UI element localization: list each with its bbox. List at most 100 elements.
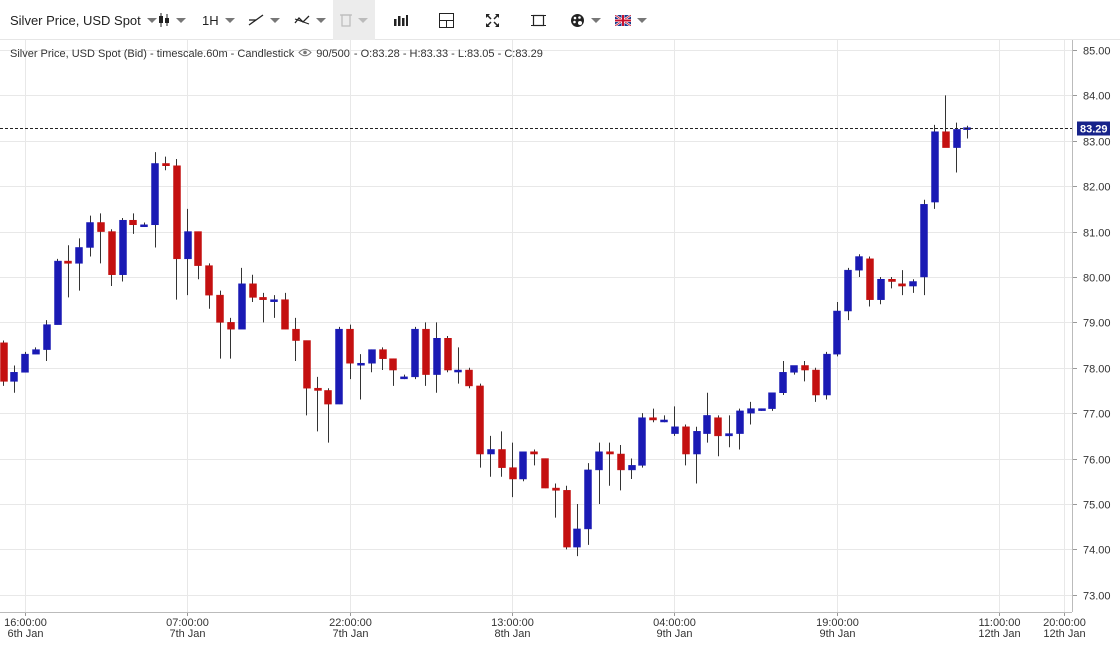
candle-body	[823, 353, 831, 396]
candle-body	[476, 385, 484, 455]
candle	[498, 431, 506, 477]
candle-body	[682, 426, 690, 455]
candle-body	[909, 281, 917, 287]
y-tick-label: 81.00	[1083, 228, 1111, 240]
candle	[714, 415, 722, 457]
toolbar: Silver Price, USD Spot 1H	[0, 0, 1120, 40]
bar-chart-icon	[394, 14, 408, 26]
language-selector[interactable]	[615, 0, 647, 40]
candle	[953, 122, 961, 173]
candle-body	[498, 449, 506, 468]
candle-body	[801, 365, 809, 371]
candle-body	[866, 258, 874, 300]
candle-body	[465, 369, 473, 387]
candle-body	[942, 131, 950, 148]
candle-body	[0, 342, 8, 382]
candle	[877, 276, 885, 305]
instrument-label: Silver Price, USD Spot	[10, 12, 141, 28]
indicators-button[interactable]	[294, 0, 326, 40]
candle	[216, 290, 224, 359]
y-tick-label: 78.00	[1083, 364, 1111, 376]
candle-body	[32, 349, 40, 355]
x-tick-date: 7th Jan	[332, 628, 368, 640]
current-price-label: 83.29	[1080, 124, 1108, 136]
instrument-selector[interactable]: Silver Price, USD Spot	[10, 0, 157, 40]
candle-body	[509, 467, 517, 480]
candle-body	[184, 231, 192, 260]
chart-type-selector[interactable]	[158, 0, 186, 40]
candle-body	[10, 372, 18, 382]
candle-body	[400, 376, 408, 380]
candle-body	[86, 222, 94, 248]
candle-body	[855, 256, 863, 271]
candle	[649, 408, 657, 423]
candle	[931, 124, 939, 209]
drawing-tools-button[interactable]	[248, 0, 280, 40]
candle-body	[454, 369, 462, 373]
x-tick-date: 7th Jan	[169, 628, 205, 640]
candle	[162, 156, 170, 171]
candle-body	[617, 453, 625, 471]
x-tick-date: 9th Jan	[819, 628, 855, 640]
ohlc-readout: - O:83.28 - H:83.33 - L:83.05 - C:83.29	[353, 48, 543, 60]
candle	[465, 367, 473, 389]
candle	[400, 374, 408, 380]
candle-body	[314, 387, 322, 391]
chart-area[interactable]: 85.00 84.00 83.00 82.00 81.00 80.00 79.00 78.00…	[0, 40, 1120, 640]
candle	[888, 276, 896, 289]
candle	[866, 256, 874, 307]
chevron-down-icon	[176, 17, 186, 23]
candle-body	[346, 328, 354, 364]
candle	[833, 301, 841, 357]
candlestick-chart[interactable]: 85.00 84.00 83.00 82.00 81.00 80.00 79.00 78.00…	[0, 40, 1120, 640]
fit-view-button[interactable]	[531, 0, 546, 40]
candle-body	[249, 283, 257, 298]
candle-body	[931, 131, 939, 203]
candle-body	[368, 349, 376, 364]
indicator-icon	[294, 13, 310, 27]
candle-body	[281, 299, 289, 330]
fullscreen-button[interactable]	[486, 0, 499, 40]
eye-icon[interactable]	[298, 48, 312, 60]
candle	[898, 270, 906, 296]
y-tick-label: 83.00	[1083, 137, 1111, 149]
volume-button[interactable]	[394, 0, 408, 40]
theme-selector[interactable]	[570, 0, 601, 40]
candle	[205, 263, 213, 309]
candle	[573, 503, 581, 557]
candle	[812, 367, 820, 402]
candle	[541, 458, 549, 489]
candle	[314, 376, 322, 432]
candle-body	[595, 451, 603, 471]
candle	[411, 326, 419, 380]
candle	[942, 95, 950, 148]
candle	[324, 388, 332, 443]
candle	[292, 317, 300, 361]
candle	[346, 324, 354, 380]
candle	[184, 208, 192, 296]
candle	[758, 408, 766, 411]
candle-body	[335, 328, 343, 405]
chevron-down-icon	[637, 17, 647, 23]
candle-body	[173, 165, 181, 260]
timeframe-selector[interactable]: 1H	[202, 0, 235, 40]
candle	[259, 292, 267, 323]
candle-body	[758, 408, 766, 411]
candle	[379, 347, 387, 371]
candle-body	[725, 433, 733, 437]
candle-body	[194, 231, 202, 266]
candle-body	[519, 451, 527, 480]
candle	[519, 451, 527, 482]
candle	[606, 442, 614, 486]
candle-body	[649, 417, 657, 421]
grid	[0, 40, 1072, 612]
fullscreen-icon	[486, 13, 499, 27]
candle	[422, 322, 430, 386]
delete-drawings-button[interactable]	[333, 0, 375, 40]
crosshair-button[interactable]	[439, 0, 454, 40]
y-tick-label: 74.00	[1083, 545, 1111, 557]
candle-body	[552, 487, 560, 491]
candle	[43, 320, 51, 361]
candle-body	[953, 129, 961, 148]
candle-body	[444, 338, 452, 371]
